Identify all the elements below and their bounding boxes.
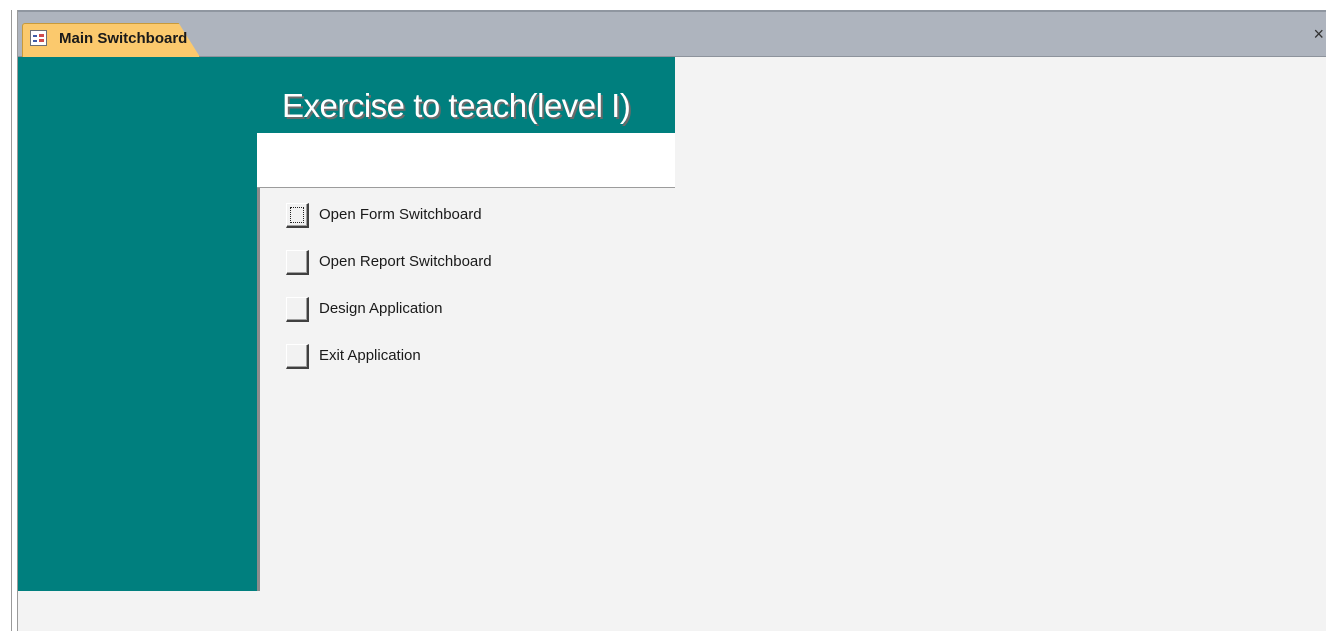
navigation-pane-edge (0, 10, 18, 631)
form-header: Exercise to teach(level I) (257, 57, 675, 133)
menu-item-label[interactable]: Open Report Switchboard (319, 253, 492, 270)
switchboard-button[interactable] (286, 344, 309, 369)
form-title: Exercise to teach(level I) (282, 87, 631, 124)
tab-label: Main Switchboard (59, 30, 188, 47)
switchboard-button[interactable] (286, 203, 309, 228)
switchboard-button[interactable] (286, 297, 309, 322)
menu-item-label[interactable]: Exit Application (319, 347, 421, 364)
form-subheader (257, 133, 675, 188)
document-tab-bar: Main Switchboard × (18, 10, 1326, 57)
form-side-panel (18, 57, 257, 591)
side-panel-divider (257, 131, 260, 591)
tab-main-switchboard[interactable]: Main Switchboard (22, 23, 206, 57)
switchboard-button[interactable] (286, 250, 309, 275)
menu-item-label[interactable]: Open Form Switchboard (319, 206, 482, 223)
window-top-edge (0, 0, 1326, 10)
close-icon[interactable]: × (1313, 25, 1324, 43)
form-icon (30, 30, 47, 46)
switchboard-form: Exercise to teach(level I) Open Form Swi… (18, 57, 1326, 631)
menu-item-label[interactable]: Design Application (319, 300, 442, 317)
